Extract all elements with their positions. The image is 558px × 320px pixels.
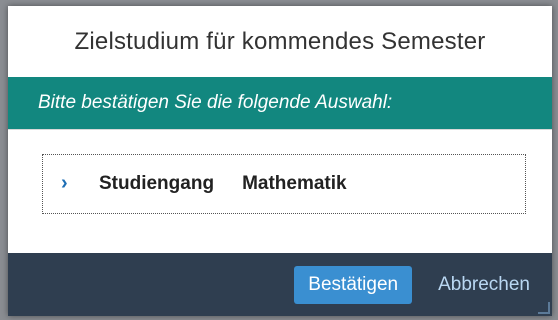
confirm-dialog: Zielstudium für kommendes Semester Bitte… bbox=[8, 6, 552, 316]
confirm-button[interactable]: Bestätigen bbox=[294, 265, 413, 304]
info-text: Bitte bestätigen Sie die folgende Auswah… bbox=[38, 92, 393, 113]
cancel-button[interactable]: Abbrechen bbox=[438, 274, 530, 296]
dialog-content: › Studiengang Mathematik bbox=[8, 129, 552, 245]
info-banner: Bitte bestätigen Sie die folgende Auswah… bbox=[8, 77, 552, 129]
selection-label: Studiengang bbox=[99, 173, 215, 194]
chevron-right-icon[interactable]: › bbox=[61, 172, 85, 195]
dialog-title: Zielstudium für kommendes Semester bbox=[74, 27, 486, 55]
resize-grip-icon[interactable] bbox=[538, 302, 550, 314]
selection-value: Mathematik bbox=[242, 173, 347, 194]
dialog-footer: Bestätigen Abbrechen bbox=[8, 253, 552, 316]
dialog-header: Zielstudium für kommendes Semester bbox=[8, 6, 552, 77]
selection-row[interactable]: › Studiengang Mathematik bbox=[42, 154, 526, 214]
